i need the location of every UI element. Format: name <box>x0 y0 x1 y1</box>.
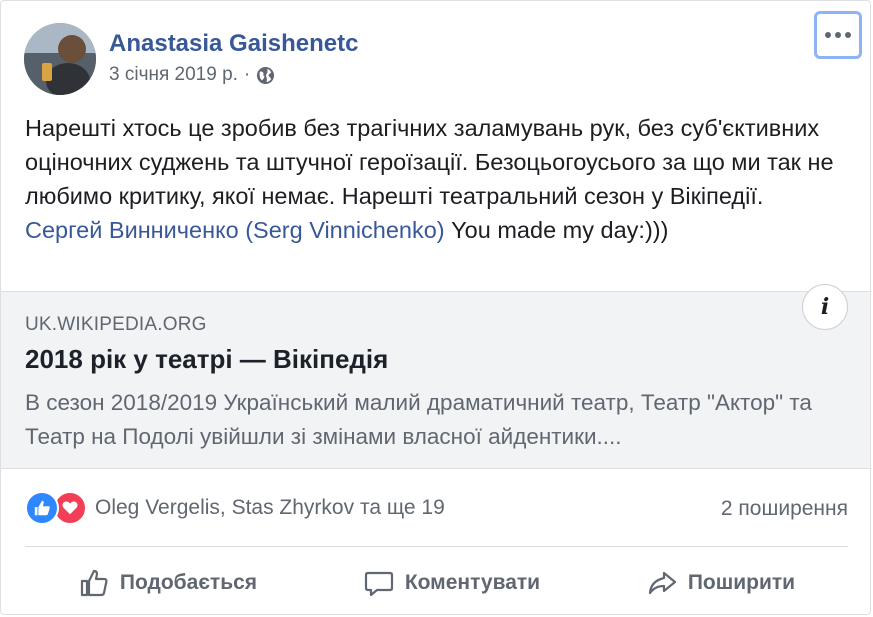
reactions-summary[interactable]: Oleg Vergelis, Stas Zhyrkov та ще 19 <box>25 491 445 525</box>
comment-label: Коментувати <box>404 571 541 594</box>
meta-separator: · <box>243 64 251 85</box>
post-card: Anastasia Gaishenetc 3 січня 2019 р. · Н… <box>0 0 871 615</box>
post-actions: Подобається Коментувати Поширити <box>25 557 848 609</box>
post-text: Нарешті хтось це зробив без трагічних за… <box>25 111 845 247</box>
reactors-text[interactable]: Oleg Vergelis, Stas Zhyrkov та ще 19 <box>95 496 445 520</box>
like-button[interactable]: Подобається <box>68 561 267 605</box>
actions-divider <box>25 546 848 547</box>
preview-description-text: В сезон 2018/2019 Український малий драм… <box>25 390 812 449</box>
info-button[interactable]: i <box>802 284 848 330</box>
post-text-tail: You made my day:))) <box>444 217 669 243</box>
more-horizontal-icon <box>825 32 851 38</box>
more-options-button[interactable] <box>814 11 862 59</box>
preview-description: В сезон 2018/2019 Український малий драм… <box>25 386 835 454</box>
preview-domain: UK.WIKIPEDIA.ORG <box>25 314 207 335</box>
post-date[interactable]: 3 січня 2019 р. <box>109 63 238 87</box>
shares-count[interactable]: 2 поширення <box>721 497 848 521</box>
share-label: Поширити <box>687 571 796 594</box>
post-text-main: Нарешті хтось це зробив без трагічних за… <box>25 115 834 209</box>
comment-button[interactable]: Коментувати <box>353 561 550 605</box>
author-name[interactable]: Anastasia Gaishenetc <box>109 30 358 58</box>
preview-title[interactable]: 2018 рік у театрі — Вікіпедія <box>25 344 388 375</box>
post-meta: 3 січня 2019 р. · <box>109 63 275 87</box>
like-label: Подобається <box>119 571 258 594</box>
link-preview[interactable]: i UK.WIKIPEDIA.ORG 2018 рік у театрі — В… <box>1 284 870 469</box>
like-reaction-icon <box>25 491 59 525</box>
mention-link[interactable]: Сергей Винниченко (Serg Vinnichenko) <box>25 217 445 243</box>
globe-icon <box>257 66 275 84</box>
comment-icon <box>364 571 393 597</box>
share-arrow-icon <box>648 571 676 595</box>
info-icon: i <box>820 294 830 320</box>
share-button[interactable]: Поширити <box>636 561 805 605</box>
thumbs-up-icon <box>80 569 108 597</box>
author-avatar[interactable] <box>24 23 96 95</box>
